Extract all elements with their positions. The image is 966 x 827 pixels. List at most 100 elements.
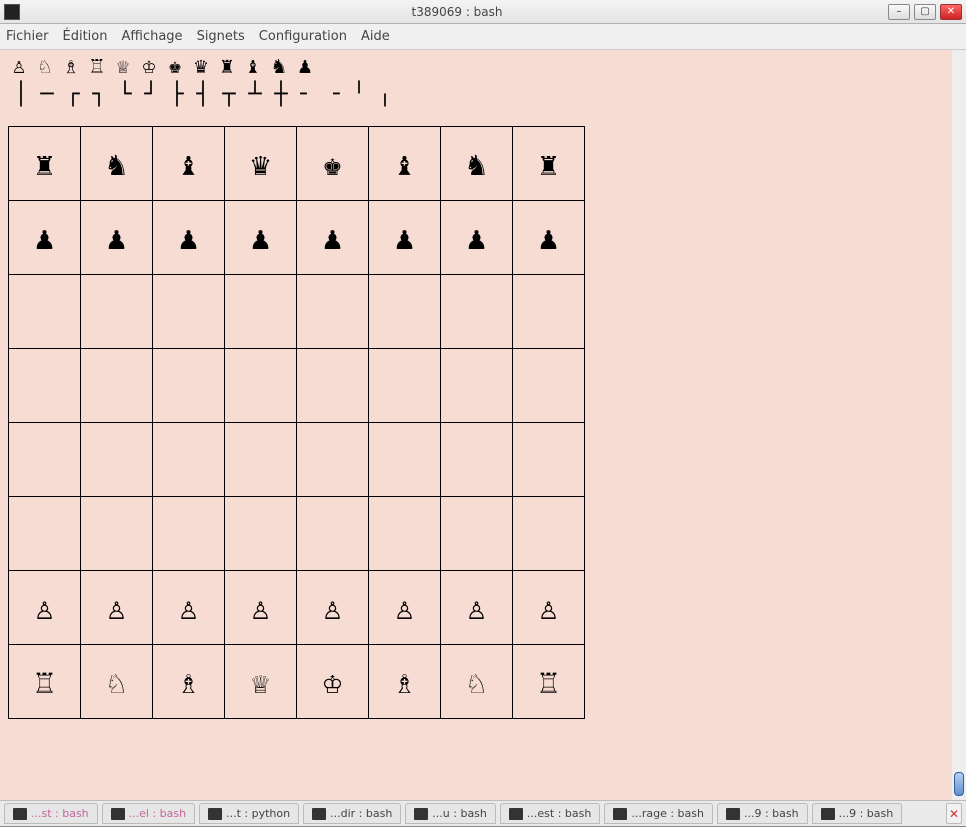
board-cell: [441, 497, 513, 571]
board-row: ♟♟♟♟♟♟♟♟: [9, 201, 585, 275]
board-cell: ♙: [297, 571, 369, 645]
board-cell: ♕: [225, 645, 297, 719]
board-row: [9, 497, 585, 571]
tab-label: ...9 : bash: [744, 807, 799, 820]
board-cell: ♟: [297, 201, 369, 275]
board-cell: [369, 349, 441, 423]
tab-label: ...t : python: [226, 807, 290, 820]
terminal-tab[interactable]: ...st : bash: [4, 803, 98, 824]
board-cell: [9, 349, 81, 423]
menu-fichier[interactable]: Fichier: [6, 29, 49, 44]
terminal-icon: [509, 808, 523, 820]
boxdraw-glyph: ┌: [60, 84, 86, 106]
window-title: t389069 : bash: [26, 5, 888, 19]
board-cell: [369, 275, 441, 349]
legend-piece: ♞: [268, 56, 290, 78]
terminal-tab[interactable]: ...u : bash: [405, 803, 496, 824]
board-cell: ♟: [81, 201, 153, 275]
app-icon: [4, 4, 20, 20]
scrollbar-thumb[interactable]: [954, 772, 964, 796]
board-cell: ♜: [513, 127, 585, 201]
legend-piece: ♖: [86, 56, 108, 78]
board-cell: ♜: [9, 127, 81, 201]
board-cell: [153, 497, 225, 571]
tab-label: ...st : bash: [31, 807, 89, 820]
boxdraw-legend-row: │─┌┐└┘├┤┬┴┼╴╶╵╷: [8, 84, 944, 106]
board-cell: [9, 275, 81, 349]
menu-affichage[interactable]: Affichage: [121, 29, 182, 44]
board-cell: [297, 349, 369, 423]
boxdraw-glyph: ┤: [190, 84, 216, 106]
terminal-tab[interactable]: ...t : python: [199, 803, 299, 824]
terminal-icon: [821, 808, 835, 820]
legend-piece: ♚: [164, 56, 186, 78]
board-cell: [225, 275, 297, 349]
board-cell: ♟: [9, 201, 81, 275]
tab-label: ...est : bash: [527, 807, 591, 820]
tab-bar: ...st : bash ...el : bash ...t : python...…: [0, 800, 966, 826]
board-cell: ♟: [369, 201, 441, 275]
board-cell: ♔: [297, 645, 369, 719]
boxdraw-glyph: │: [8, 84, 34, 106]
piece-legend-row: ♙♘♗♖♕♔♚♛♜♝♞♟: [8, 56, 944, 78]
boxdraw-glyph: └: [112, 84, 138, 106]
board-cell: [225, 423, 297, 497]
board-cell: ♘: [441, 645, 513, 719]
board-cell: ♙: [441, 571, 513, 645]
legend-piece: ♛: [190, 56, 212, 78]
terminal-tab[interactable]: ...el : bash: [102, 803, 195, 824]
boxdraw-glyph: ╶: [320, 84, 346, 106]
minimize-button[interactable]: –: [888, 4, 910, 20]
board-cell: [297, 275, 369, 349]
board-cell: ♖: [9, 645, 81, 719]
board-row: [9, 349, 585, 423]
legend-piece: ♝: [242, 56, 264, 78]
terminal-tab[interactable]: ...dir : bash: [303, 803, 401, 824]
board-cell: ♞: [441, 127, 513, 201]
board-cell: [441, 423, 513, 497]
board-cell: [369, 423, 441, 497]
close-button[interactable]: ✕: [940, 4, 962, 20]
menu-signets[interactable]: Signets: [197, 29, 245, 44]
terminal-icon: [13, 808, 27, 820]
vertical-scrollbar[interactable]: [952, 50, 966, 800]
boxdraw-glyph: ╷: [372, 84, 398, 106]
terminal-content[interactable]: ♙♘♗♖♕♔♚♛♜♝♞♟ │─┌┐└┘├┤┬┴┼╴╶╵╷ ♜♞♝♛♚♝♞♜♟♟♟…: [0, 50, 952, 800]
board-cell: ♖: [513, 645, 585, 719]
board-row: ♙♙♙♙♙♙♙♙: [9, 571, 585, 645]
menu-configuration[interactable]: Configuration: [259, 29, 347, 44]
tab-label: ...9 : bash: [839, 807, 894, 820]
board-cell: [9, 423, 81, 497]
board-cell: [513, 349, 585, 423]
board-cell: [441, 349, 513, 423]
board-cell: [153, 349, 225, 423]
menu-aide[interactable]: Aide: [361, 29, 390, 44]
terminal-icon: [111, 808, 125, 820]
board-cell: [81, 349, 153, 423]
board-cell: [81, 423, 153, 497]
terminal-tab[interactable]: ...9 : bash: [812, 803, 903, 824]
terminal-icon: [208, 808, 222, 820]
legend-piece: ♘: [34, 56, 56, 78]
board-cell: ♙: [513, 571, 585, 645]
board-cell: ♗: [153, 645, 225, 719]
terminal-icon: [414, 808, 428, 820]
board-cell: [513, 497, 585, 571]
terminal-tab[interactable]: ...rage : bash: [604, 803, 713, 824]
boxdraw-glyph: ╴: [294, 84, 320, 106]
boxdraw-glyph: ┐: [86, 84, 112, 106]
board-cell: [153, 423, 225, 497]
board-cell: ♚: [297, 127, 369, 201]
legend-piece: ♕: [112, 56, 134, 78]
board-row: ♖♘♗♕♔♗♘♖: [9, 645, 585, 719]
maximize-button[interactable]: ▢: [914, 4, 936, 20]
board-row: [9, 423, 585, 497]
close-tab-button[interactable]: ✕: [946, 803, 962, 824]
boxdraw-glyph: ┘: [138, 84, 164, 106]
board-row: [9, 275, 585, 349]
terminal-tab[interactable]: ...est : bash: [500, 803, 600, 824]
terminal-tab[interactable]: ...9 : bash: [717, 803, 808, 824]
board-cell: ♝: [153, 127, 225, 201]
menu-edition[interactable]: Édition: [63, 29, 108, 44]
board-cell: ♙: [81, 571, 153, 645]
